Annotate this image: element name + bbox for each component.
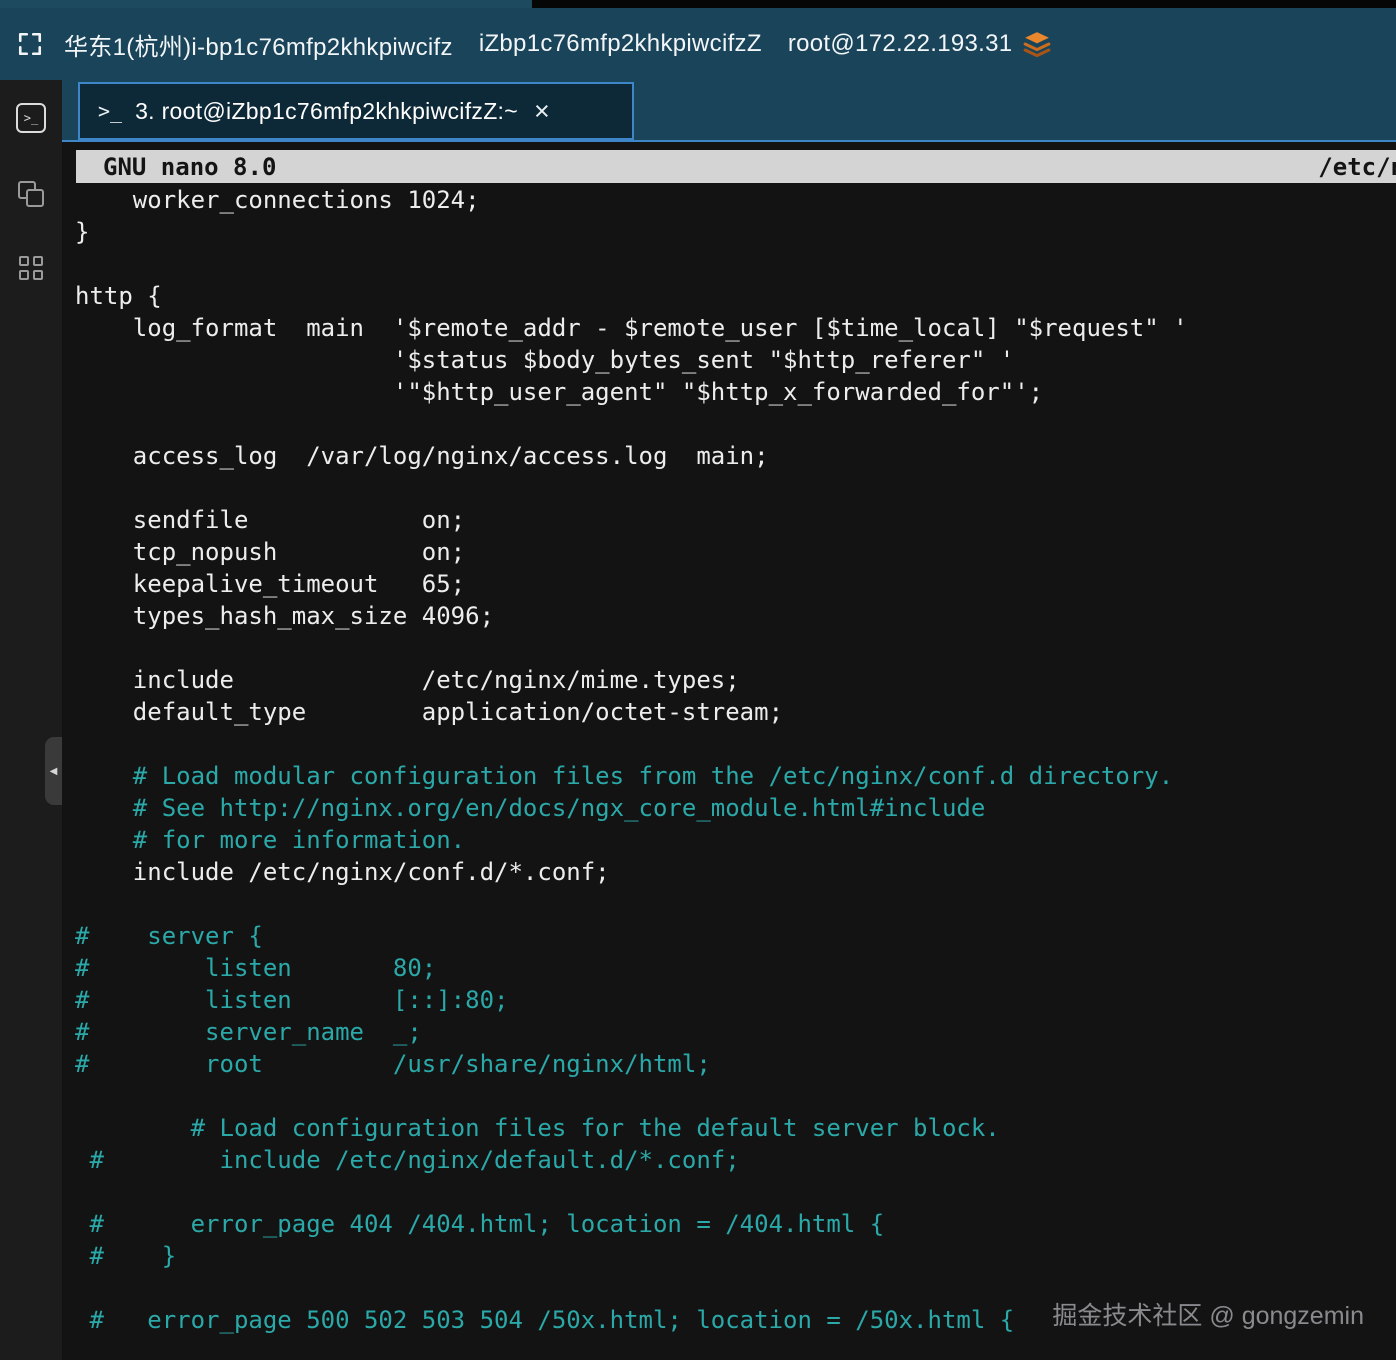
code-line: # See http://nginx.org/en/docs/ngx_core_… (75, 794, 986, 822)
code-line: # listen [::]:80; (75, 986, 509, 1014)
code-line: include /etc/nginx/conf.d/*.conf; (75, 858, 610, 886)
code-line: '$status $body_bytes_sent "$http_referer… (75, 346, 1015, 374)
sidebar-item-apps[interactable] (11, 248, 51, 288)
hostname-label: iZbp1c76mfp2khkpiwcifzZ (478, 30, 762, 57)
fullscreen-icon[interactable] (16, 30, 44, 58)
editor-content[interactable]: worker_connections 1024;} http { log_for… (62, 183, 1396, 1336)
code-line: # Load modular configuration files from … (75, 762, 1174, 790)
code-line: } (75, 218, 90, 246)
code-line: default_type application/octet-stream; (75, 698, 784, 726)
code-line: '"$http_user_agent" "$http_x_forwarded_f… (75, 378, 1044, 406)
grid-icon (19, 256, 43, 280)
code-line: include /etc/nginx/mime.types; (75, 666, 740, 694)
code-line: # } (75, 1242, 177, 1270)
instance-label: 华东1(杭州)i-bp1c76mfp2khkpiwcifz (64, 33, 453, 61)
code-line: log_format main '$remote_addr - $remote_… (75, 314, 1188, 342)
code-line: tcp_nopush on; (75, 538, 466, 566)
sidebar-item-files[interactable] (11, 174, 51, 214)
tab-bar: >_ 3. root@iZbp1c76mfp2khkpiwcifzZ:~ × (62, 80, 1396, 142)
code-line: keepalive_timeout 65; (75, 570, 466, 598)
top-strip (0, 0, 1396, 8)
panel-collapse-handle[interactable]: ◀ (45, 737, 62, 805)
code-line: # for more information. (75, 826, 466, 854)
top-strip-segment (0, 0, 532, 8)
code-line: # server { (75, 922, 263, 950)
terminal-panel[interactable]: GNU nano 8.0 /etc/n worker_connections 1… (62, 142, 1396, 1360)
tab-close-button[interactable]: × (534, 97, 550, 125)
copy-icon (18, 181, 44, 207)
activity-sidebar: >_ (0, 80, 62, 1360)
terminal-icon: >_ (16, 103, 46, 133)
code-line: http { (75, 282, 162, 310)
sidebar-item-terminal[interactable]: >_ (11, 98, 51, 138)
code-line: # error_page 404 /404.html; location = /… (75, 1210, 885, 1238)
nano-file-path: /etc/n (1318, 152, 1396, 181)
nano-version-label: GNU nano 8.0 (103, 152, 277, 181)
code-line: sendfile on; (75, 506, 466, 534)
code-line: access_log /var/log/nginx/access.log mai… (75, 442, 769, 470)
tab-label: 3. root@iZbp1c76mfp2khkpiwcifzZ:~ (135, 97, 518, 124)
nano-titlebar: GNU nano 8.0 /etc/n (76, 150, 1396, 183)
code-line: # root /usr/share/nginx/html; (75, 1050, 711, 1078)
code-line: # Load configuration files for the defau… (75, 1114, 1000, 1142)
tab-terminal-session[interactable]: >_ 3. root@iZbp1c76mfp2khkpiwcifzZ:~ × (78, 82, 634, 140)
code-line: worker_connections 1024; (75, 186, 480, 214)
code-line: types_hash_max_size 4096; (75, 602, 495, 630)
chevron-left-icon: ◀ (49, 765, 58, 777)
code-line: # server_name _; (75, 1018, 422, 1046)
top-bar: 华东1(杭州)i-bp1c76mfp2khkpiwcifz iZbp1c76mf… (0, 8, 1396, 80)
terminal-prompt-icon: >_ (98, 99, 123, 123)
layers-icon (1022, 29, 1052, 59)
code-line: # listen 80; (75, 954, 437, 982)
login-label: root@172.22.193.31 (787, 30, 1013, 57)
code-line: # include /etc/nginx/default.d/*.conf; (75, 1146, 740, 1174)
watermark: 掘金技术社区 @ gongzemin (1052, 1302, 1364, 1330)
